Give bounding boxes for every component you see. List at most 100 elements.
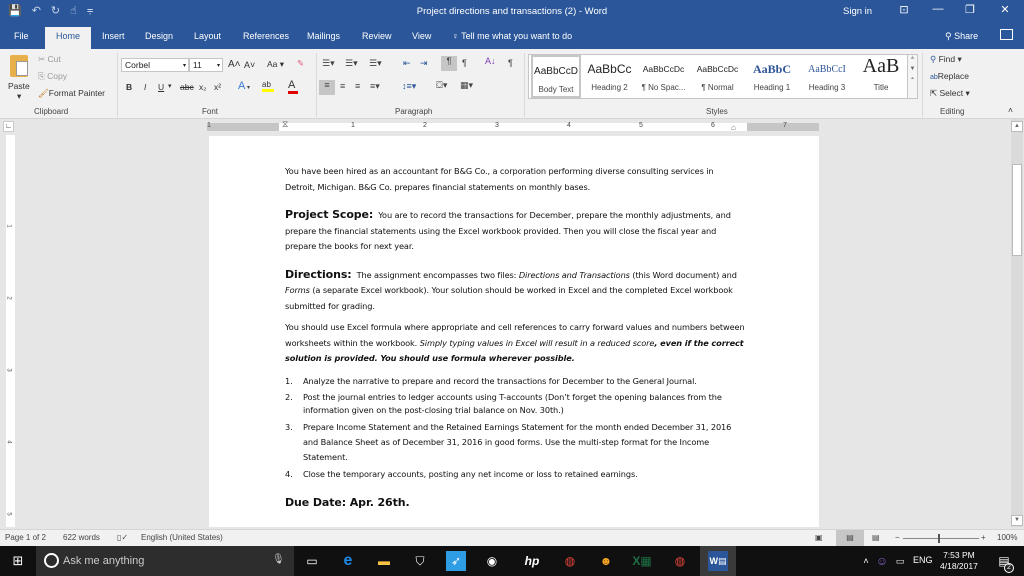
clear-formatting-button[interactable]: ✎ [297,58,304,69]
scroll-up-icon[interactable]: ▲ [1011,121,1023,132]
scroll-down-icon[interactable]: ▼ [1011,515,1023,526]
font-name-select[interactable]: Corbel ▾ [121,58,189,72]
paste-button[interactable]: Paste [8,81,30,91]
style-heading-3[interactable]: AaBbCcI Heading 3 [800,55,854,98]
align-center-icon[interactable]: ≡ [340,81,345,91]
store-icon[interactable]: ⛉ [410,551,430,571]
tab-view[interactable]: View [412,31,431,41]
zoom-slider[interactable] [903,538,979,539]
chrome-icon-2[interactable]: ◍ [670,551,690,571]
page-count[interactable]: Page 1 of 2 [5,533,46,542]
close-button[interactable]: ✕ [995,3,1015,16]
cut-button[interactable]: ✂ Cut [38,54,61,65]
restore-button[interactable]: ❐ [960,3,980,16]
zoom-in-button[interactable]: + [981,533,986,542]
tab-layout[interactable]: Layout [194,31,221,41]
sort-icon[interactable]: A↓ [485,56,496,66]
numbering-icon[interactable]: ☰▾ [345,58,358,69]
align-right-icon[interactable]: ≡ [355,81,360,91]
document-page[interactable]: You have been hired as an accountant for… [209,136,819,527]
indent-marker[interactable]: ⧖ [282,119,288,130]
input-language[interactable]: ENG [913,555,933,565]
tab-home[interactable]: Home [45,27,92,49]
justify-icon[interactable]: ≡▾ [370,81,380,92]
shrink-font-button[interactable]: A˅ [244,60,255,70]
font-color-button[interactable]: A [288,79,298,94]
rocket-app-icon[interactable]: ➶ [446,551,466,571]
line-spacing-icon[interactable]: ↕≡▾ [402,81,416,92]
collapse-ribbon-icon[interactable]: ˄ [1008,105,1013,115]
font-size-select[interactable]: 11 ▾ [189,58,223,72]
style-no-spacing[interactable]: AaBbCcDc ¶ No Spac... [637,55,690,98]
game-app-icon[interactable]: ☻ [596,551,616,571]
style-body-text[interactable]: AaBbCcD Body Text [531,55,581,98]
tab-references[interactable]: References [243,31,289,41]
tab-mailings[interactable]: Mailings [307,31,340,41]
right-indent-marker[interactable]: ⌂ [731,123,736,132]
style-title[interactable]: AaB Title [855,55,907,98]
style-heading-1[interactable]: AaBbC Heading 1 [745,55,799,98]
tab-file[interactable]: File [14,31,29,41]
highlight-color-button[interactable]: ab [262,79,274,92]
styles-up-icon[interactable]: ▲ [908,55,917,61]
hp-icon[interactable]: hp [522,551,542,571]
show-formatting-icon[interactable]: ¶ [508,58,513,68]
copy-button[interactable]: ⎘ Copy [38,71,67,82]
superscript-button[interactable]: x² [214,82,221,92]
styles-scroll[interactable]: ▲ ▼ ⩡ [907,54,918,99]
zoom-out-button[interactable]: − [895,533,900,542]
task-view-icon[interactable]: ▭ [302,551,322,571]
web-layout-icon[interactable]: ▤ [872,533,880,542]
word-count[interactable]: 622 words [63,533,100,542]
sign-in-link[interactable]: Sign in [843,6,872,17]
action-center-icon[interactable]: ▤ 2 [994,551,1014,573]
battery-icon[interactable]: ▭ [890,551,910,571]
underline-dropdown-icon[interactable]: ▾ [168,82,172,90]
tab-selector[interactable]: ∟ [3,121,14,132]
rtl-icon[interactable]: ¶ [462,58,467,68]
tab-insert[interactable]: Insert [102,31,125,41]
tab-design[interactable]: Design [145,31,173,41]
ribbon-display-options-button[interactable]: ⊡ [894,3,914,16]
clock[interactable]: 7:53 PM 4/18/2017 [940,550,978,572]
strikethrough-button[interactable]: abc [180,82,194,92]
increase-indent-icon[interactable]: ⇥ [420,58,428,69]
text-effects-button[interactable]: A ▾ [238,80,250,92]
decrease-indent-icon[interactable]: ⇤ [403,58,411,69]
borders-icon[interactable]: ▦▾ [460,80,473,91]
edge-icon[interactable]: e [338,551,358,571]
scroll-thumb[interactable] [1012,164,1022,256]
multilevel-list-icon[interactable]: ☰▾ [369,58,382,69]
underline-button[interactable]: U [158,82,164,92]
language-indicator[interactable]: English (United States) [141,533,223,542]
select-button[interactable]: ⇱ Select ▾ [930,88,970,99]
vertical-scrollbar[interactable]: ▲ ▼ [1011,119,1023,527]
cortana-search[interactable]: Ask me anything 🎙 [36,546,294,576]
chrome-icon[interactable]: ◍ [560,551,580,571]
grow-font-button[interactable]: A˄ [228,59,241,70]
zoom-level[interactable]: 100% [997,533,1017,542]
tab-review[interactable]: Review [362,31,392,41]
windows-start-icon[interactable]: ⊞ [8,551,28,571]
find-button[interactable]: ⚲ Find ▾ [930,54,962,65]
proofing-icon[interactable]: ▯✓ [117,533,128,542]
webcam-icon[interactable]: ◉ [482,551,502,571]
subscript-button[interactable]: x₂ [199,82,207,92]
comments-icon[interactable] [1000,29,1013,40]
align-left-icon[interactable]: ≡ [319,80,335,95]
paste-dropdown-icon[interactable]: ▾ [17,91,21,102]
styles-more-icon[interactable]: ⩡ [908,76,917,83]
style-heading-2[interactable]: AaBbCc Heading 2 [583,55,636,98]
share-button[interactable]: ⚲ Share [945,31,978,42]
microphone-icon[interactable]: 🎙 [272,554,285,565]
document-body[interactable]: You have been hired as an accountant for… [285,164,745,510]
minimize-button[interactable]: — [928,3,948,15]
tell-me-search[interactable]: ♀ Tell me what you want to do [452,31,572,41]
file-explorer-icon[interactable]: ▬ [374,551,394,571]
read-mode-icon[interactable]: ▣ [815,533,823,542]
messenger-icon[interactable]: ☺ [872,551,892,571]
zoom-slider-thumb[interactable] [938,534,940,543]
word-icon[interactable]: W▤ [708,551,728,571]
ltr-icon[interactable]: ¶ [441,56,457,71]
format-painter-button[interactable]: 🖌Format Painter [38,88,105,99]
